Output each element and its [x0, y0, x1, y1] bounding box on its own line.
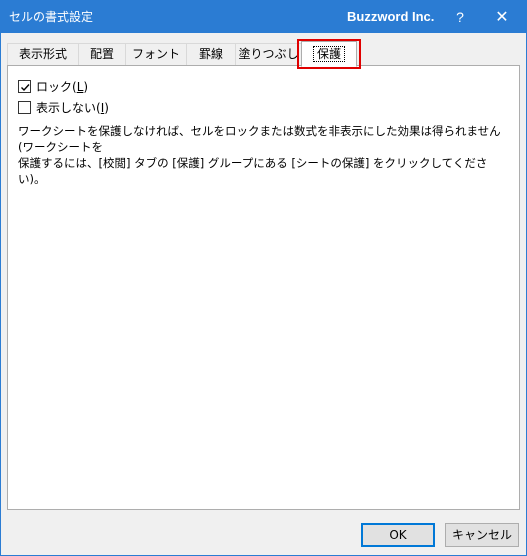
tab-border[interactable]: 罫線: [186, 43, 236, 66]
hidden-label: 表示しない(I): [36, 101, 109, 115]
tab-label: フォント: [131, 47, 180, 61]
tab-label: 罫線: [198, 47, 223, 61]
tab-number[interactable]: 表示形式: [7, 43, 79, 66]
tab-font[interactable]: フォント: [125, 43, 187, 66]
checkmark-icon: [21, 84, 30, 92]
tab-label: 保護: [312, 46, 345, 62]
tab-fill[interactable]: 塗りつぶし: [235, 43, 302, 66]
tab-strip: 表示形式 配置 フォント 罫線 塗りつぶし 保護: [7, 41, 519, 67]
tab-label: 表示形式: [18, 47, 67, 61]
title-bar[interactable]: セルの書式設定 Buzzword Inc. ? ✕: [1, 1, 526, 33]
lock-label: ロック(L): [36, 80, 89, 94]
help-button[interactable]: ?: [442, 1, 478, 33]
ok-button[interactable]: OK: [361, 523, 435, 547]
dialog-title: セルの書式設定: [9, 10, 94, 24]
protection-description: ワークシートを保護しなければ、セルをロックまたは数式を非表示にした効果は得られま…: [18, 124, 501, 186]
brand-label: Buzzword Inc.: [347, 9, 435, 24]
lock-checkbox[interactable]: [18, 80, 31, 93]
format-cells-dialog: セルの書式設定 Buzzword Inc. ? ✕ 表示形式 配置 フォント 罫…: [0, 0, 527, 556]
tab-label: 配置: [89, 47, 114, 61]
tab-alignment[interactable]: 配置: [78, 43, 126, 66]
tab-protection[interactable]: 保護: [301, 41, 357, 67]
hidden-checkbox[interactable]: [18, 101, 31, 114]
cancel-button[interactable]: キャンセル: [445, 523, 519, 547]
protection-panel: ロック(L) 表示しない(I) ワークシートを保護しなければ、セルをロックまたは…: [7, 65, 520, 510]
tab-label: 塗りつぶし: [238, 47, 299, 61]
close-button[interactable]: ✕: [484, 1, 520, 33]
